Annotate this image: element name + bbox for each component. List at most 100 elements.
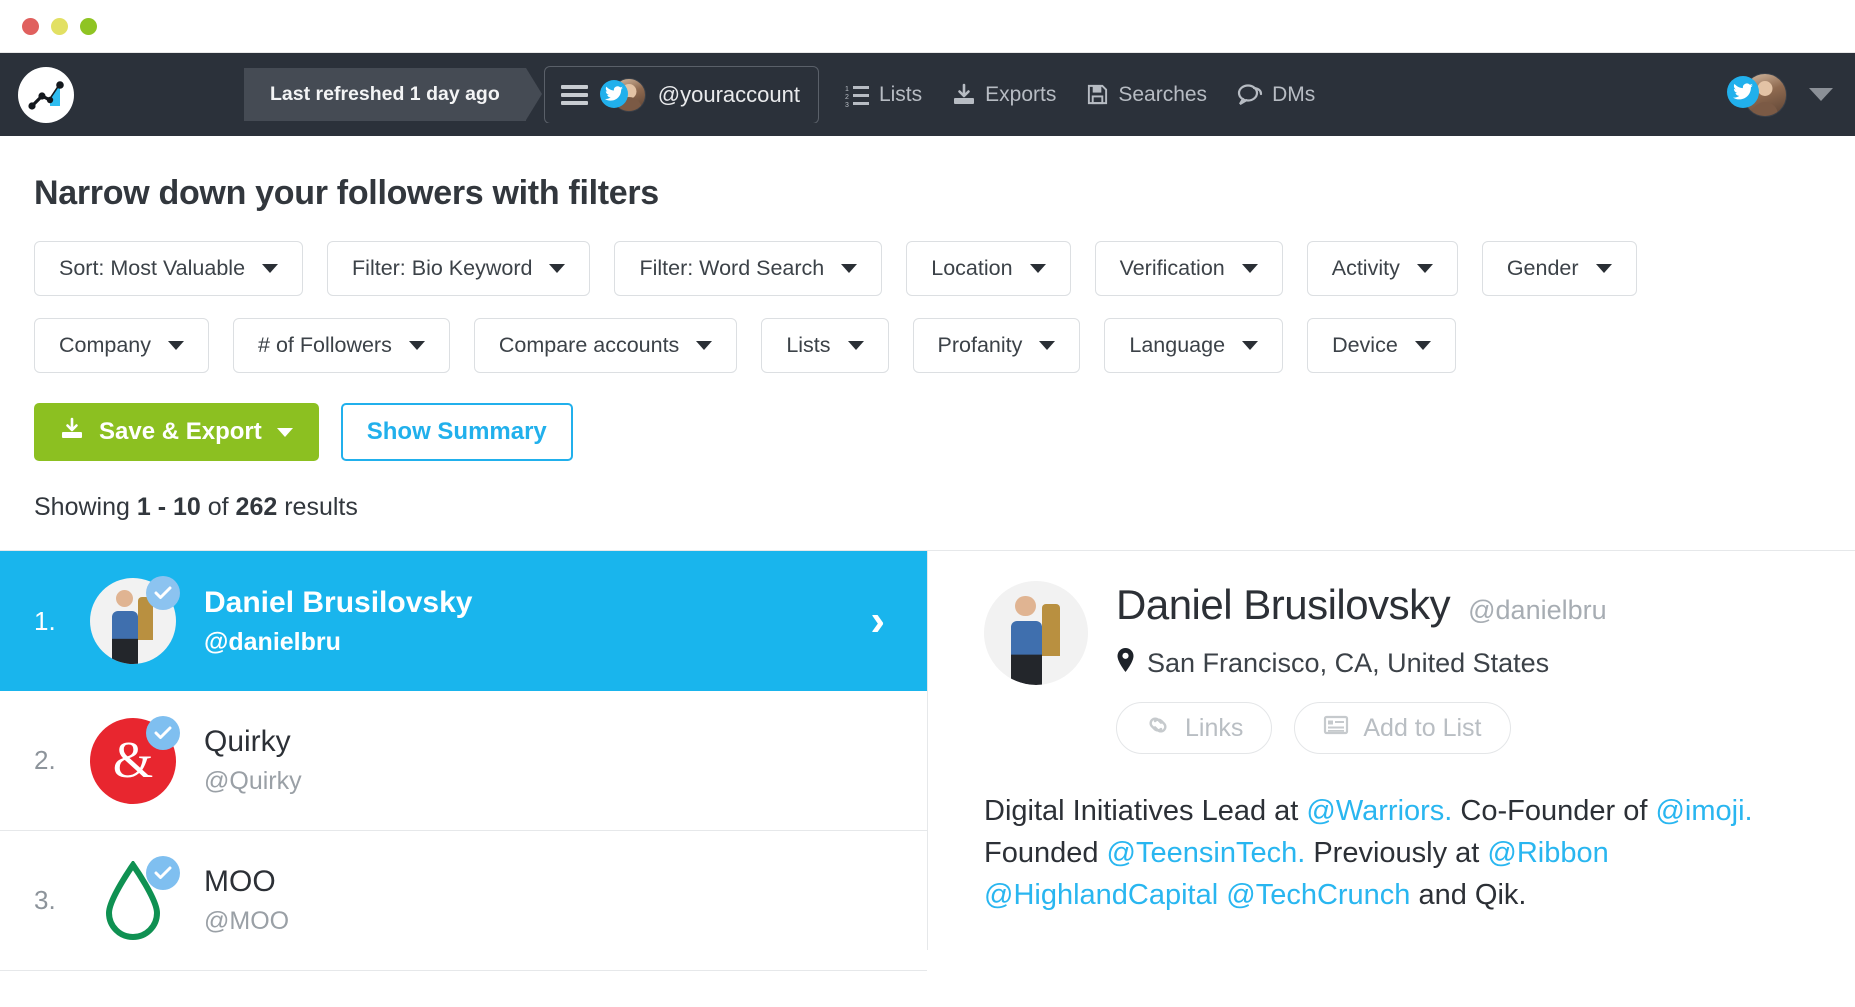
filter-label: Filter: Word Search xyxy=(639,256,824,281)
chevron-down-icon xyxy=(696,341,712,350)
filter-location[interactable]: Location xyxy=(906,241,1070,296)
profile-handle: @danielbru xyxy=(1468,595,1607,626)
filter-sort-most-valuable[interactable]: Sort: Most Valuable xyxy=(34,241,303,296)
list-item[interactable]: 3. MOO @MOO xyxy=(0,831,927,971)
account-switcher[interactable]: @youraccount xyxy=(544,66,819,124)
bio-text: Founded xyxy=(984,837,1107,869)
download-icon xyxy=(952,83,976,107)
chevron-down-icon xyxy=(1039,341,1055,350)
bio-mention-link[interactable]: @imoji. xyxy=(1655,795,1752,827)
user-menu[interactable] xyxy=(1727,73,1833,117)
floppy-disk-icon xyxy=(1086,83,1109,106)
last-refreshed-status: Last refreshed 1 day ago xyxy=(244,68,526,121)
nav-label-exports: Exports xyxy=(985,83,1056,107)
filter-compare-accounts[interactable]: Compare accounts xyxy=(474,318,737,373)
save-and-export-button[interactable]: Save & Export xyxy=(34,403,319,461)
chevron-down-icon xyxy=(549,264,565,273)
bio-mention-link[interactable]: @Warriors. xyxy=(1306,795,1452,827)
account-handle: @youraccount xyxy=(658,82,800,108)
action-buttons: Save & Export Show Summary xyxy=(34,403,1821,461)
list-item-names: MOO @MOO xyxy=(204,865,289,936)
add-to-list-button[interactable]: Add to List xyxy=(1294,702,1510,754)
chevron-down-icon xyxy=(1242,264,1258,273)
show-summary-button[interactable]: Show Summary xyxy=(341,403,573,461)
filter-label: Lists xyxy=(786,333,830,358)
chat-bubble-icon xyxy=(1237,83,1263,107)
list-item-handle: @MOO xyxy=(204,907,289,936)
chevron-down-icon xyxy=(1417,264,1433,273)
chevron-down-icon xyxy=(1030,264,1046,273)
filter-label: Sort: Most Valuable xyxy=(59,256,245,281)
account-avatar xyxy=(600,78,646,112)
filter-activity[interactable]: Activity xyxy=(1307,241,1458,296)
list-item-handle: @Quirky xyxy=(204,767,302,796)
list-item-handle: @danielbru xyxy=(204,628,472,657)
filter-label: Activity xyxy=(1332,256,1400,281)
bio-mention-link[interactable]: @Ribbon xyxy=(1487,837,1608,869)
filter-label: Language xyxy=(1129,333,1225,358)
list-item-rank: 1. xyxy=(34,606,90,637)
of-text: of xyxy=(201,493,236,521)
filter-row-1: Sort: Most Valuable Filter: Bio Keyword … xyxy=(34,241,1821,296)
nav-item-dms[interactable]: DMs xyxy=(1237,83,1315,107)
filter-label: Compare accounts xyxy=(499,333,679,358)
chevron-down-icon xyxy=(1596,264,1612,273)
filter-language[interactable]: Language xyxy=(1104,318,1283,373)
filter-label: Device xyxy=(1332,333,1398,358)
hamburger-icon[interactable] xyxy=(561,85,588,105)
page-title: Narrow down your followers with filters xyxy=(34,174,1821,213)
primary-nav: 1 2 3 Lists Exports xyxy=(845,83,1315,107)
caret-down-icon[interactable] xyxy=(1809,88,1833,101)
filter-device[interactable]: Device xyxy=(1307,318,1456,373)
bio-mention-link[interactable]: @TechCrunch xyxy=(1226,879,1410,911)
profile-bio: Digital Initiatives Lead at @Warriors. C… xyxy=(984,790,1774,916)
nav-item-exports[interactable]: Exports xyxy=(952,83,1056,107)
list-item-name: Quirky xyxy=(204,725,302,759)
links-button[interactable]: Links xyxy=(1116,702,1272,754)
add-to-list-button-label: Add to List xyxy=(1363,714,1481,743)
maximize-window-button[interactable] xyxy=(80,18,97,35)
filter-label: Profanity xyxy=(938,333,1023,358)
filter-number-of-followers[interactable]: # of Followers xyxy=(233,318,450,373)
profile-avatar xyxy=(984,581,1088,685)
avatar-image xyxy=(984,581,1088,685)
profile-actions: Links Add to List xyxy=(1116,702,1607,754)
filter-lists[interactable]: Lists xyxy=(761,318,888,373)
save-and-export-label: Save & Export xyxy=(99,418,262,446)
bio-text: and Qik. xyxy=(1410,879,1526,911)
filter-row-2: Company # of Followers Compare accounts … xyxy=(34,318,1821,373)
results-suffix: results xyxy=(277,493,358,521)
list-item[interactable]: 1. Daniel Brusilovsky @danielbru › xyxy=(0,551,927,691)
verified-badge-icon xyxy=(146,856,180,890)
filter-bio-keyword[interactable]: Filter: Bio Keyword xyxy=(327,241,590,296)
filter-gender[interactable]: Gender xyxy=(1482,241,1637,296)
profile-name-row: Daniel Brusilovsky @danielbru xyxy=(1116,581,1607,629)
nav-label-lists: Lists xyxy=(879,83,922,107)
nav-item-searches[interactable]: Searches xyxy=(1086,83,1207,107)
list-icon xyxy=(1323,714,1349,743)
bio-mention-link[interactable]: @HighlandCapital xyxy=(984,879,1218,911)
minimize-window-button[interactable] xyxy=(51,18,68,35)
close-window-button[interactable] xyxy=(22,18,39,35)
filter-verification[interactable]: Verification xyxy=(1095,241,1283,296)
verified-badge-icon xyxy=(146,576,180,610)
filter-word-search[interactable]: Filter: Word Search xyxy=(614,241,882,296)
bio-mention-link[interactable]: @TeensinTech. xyxy=(1107,837,1306,869)
nav-label-searches: Searches xyxy=(1118,83,1207,107)
showing-prefix: Showing xyxy=(34,493,137,521)
window-controls xyxy=(22,18,97,35)
user-avatar[interactable] xyxy=(1727,73,1787,117)
filter-profanity[interactable]: Profanity xyxy=(913,318,1081,373)
nav-label-dms: DMs xyxy=(1272,83,1315,107)
filter-label: Verification xyxy=(1120,256,1225,281)
chevron-right-icon[interactable]: › xyxy=(870,599,885,643)
svg-text:1: 1 xyxy=(845,86,849,93)
brand-logo[interactable] xyxy=(18,67,74,123)
avatar xyxy=(90,578,176,664)
filter-label: Gender xyxy=(1507,256,1579,281)
nav-item-lists[interactable]: 1 2 3 Lists xyxy=(845,83,922,107)
numbered-list-icon: 1 2 3 xyxy=(845,83,870,107)
filter-company[interactable]: Company xyxy=(34,318,209,373)
filter-label: Filter: Bio Keyword xyxy=(352,256,532,281)
list-item[interactable]: 2. & Quirky @Quirky xyxy=(0,691,927,831)
